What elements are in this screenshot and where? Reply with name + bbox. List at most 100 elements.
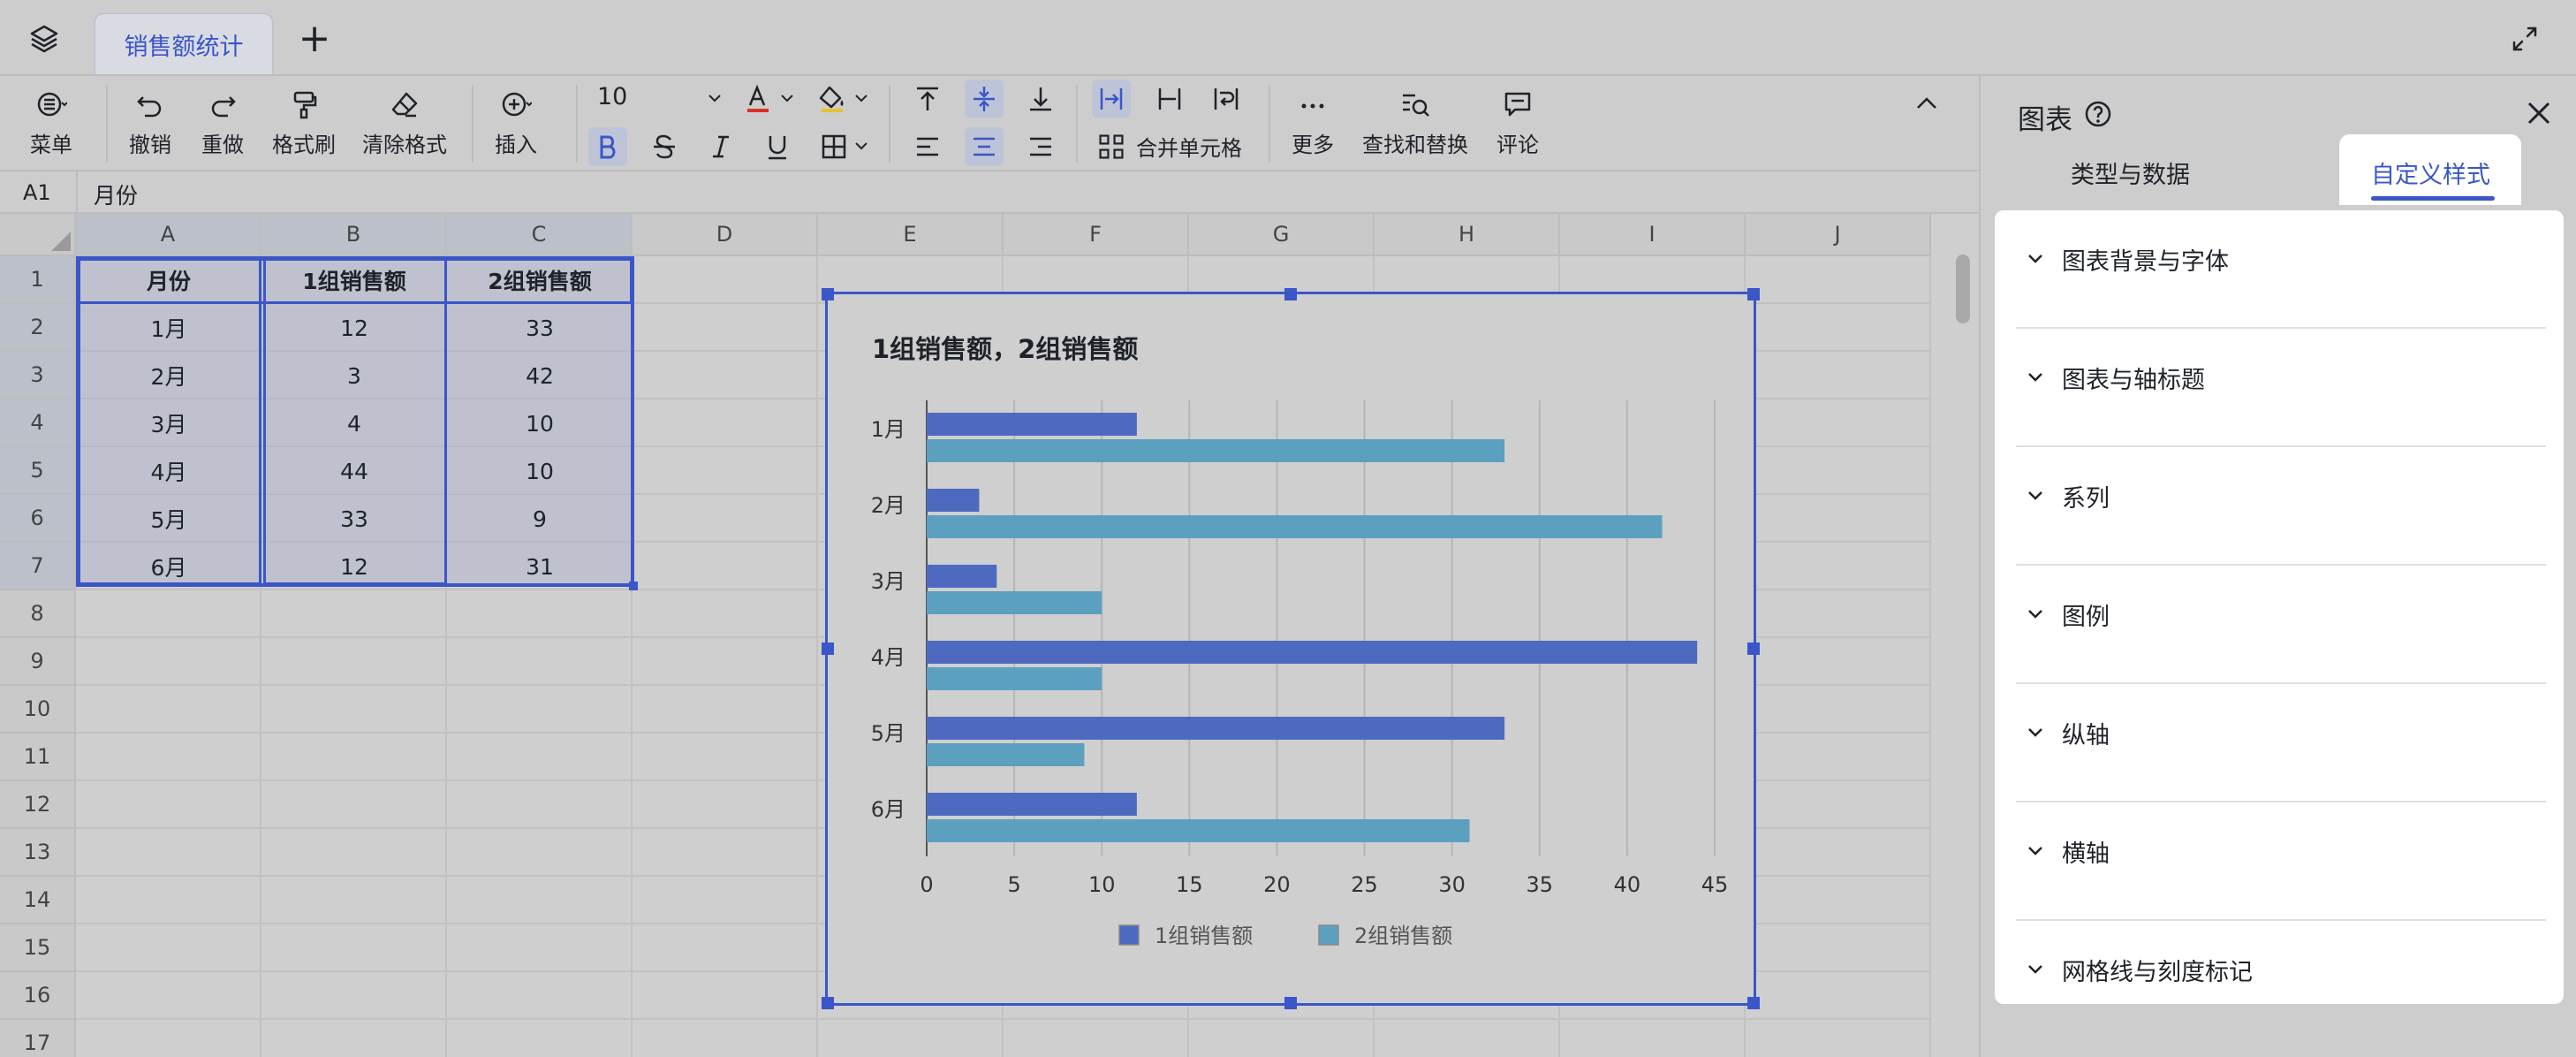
resize-handle[interactable] bbox=[1284, 288, 1297, 300]
section-1[interactable]: 图表与轴标题 bbox=[2016, 329, 2546, 447]
column-header-d[interactable]: D bbox=[633, 214, 818, 256]
row-header-11[interactable]: 11 bbox=[0, 734, 76, 781]
column-header-j[interactable]: J bbox=[1746, 214, 1931, 256]
section-4[interactable]: 纵轴 bbox=[2016, 684, 2546, 802]
redo-button[interactable]: 重做 bbox=[201, 88, 244, 158]
section-0[interactable]: 图表背景与字体 bbox=[2016, 210, 2546, 329]
font-size-select[interactable]: 10 bbox=[597, 83, 627, 110]
insert-button[interactable]: 插入 bbox=[495, 88, 537, 158]
row-header-17[interactable]: 17 bbox=[0, 1020, 76, 1057]
table-cell[interactable]: 10 bbox=[447, 447, 633, 495]
formula-input[interactable]: 月份 bbox=[94, 179, 138, 210]
comment-button[interactable]: 评论 bbox=[1496, 88, 1539, 158]
section-6[interactable]: 网格线与刻度标记 bbox=[2016, 921, 2546, 1039]
row-header-13[interactable]: 13 bbox=[0, 829, 76, 877]
resize-handle[interactable] bbox=[1747, 288, 1760, 300]
table-cell[interactable]: 4 bbox=[261, 399, 447, 447]
column-header-h[interactable]: H bbox=[1375, 214, 1560, 256]
font-color-icon[interactable] bbox=[739, 80, 777, 118]
chevron-down-icon[interactable] bbox=[779, 90, 795, 106]
row-header-14[interactable]: 14 bbox=[0, 877, 76, 924]
row-header-16[interactable]: 16 bbox=[0, 972, 76, 1020]
resize-handle[interactable] bbox=[1284, 997, 1297, 1009]
vertical-scrollbar[interactable] bbox=[1956, 255, 1970, 323]
column-header-b[interactable]: B bbox=[261, 214, 447, 256]
table-cell[interactable]: 5月 bbox=[76, 495, 261, 543]
table-cell[interactable]: 9 bbox=[447, 495, 633, 543]
section-2[interactable]: 系列 bbox=[2016, 447, 2546, 566]
column-header-g[interactable]: G bbox=[1189, 214, 1375, 256]
section-3[interactable]: 图例 bbox=[2016, 566, 2546, 684]
tab-type-and-data[interactable]: 类型与数据 bbox=[2071, 156, 2190, 190]
column-header-a[interactable]: A bbox=[76, 214, 261, 256]
table-cell[interactable]: 1月 bbox=[76, 304, 261, 352]
table-cell[interactable]: 12 bbox=[261, 304, 447, 352]
header-cell[interactable]: 2组销售额 bbox=[447, 256, 633, 304]
border-icon[interactable] bbox=[814, 127, 853, 166]
row-header-9[interactable]: 9 bbox=[0, 638, 76, 686]
table-cell[interactable]: 42 bbox=[447, 352, 633, 399]
bar-chart[interactable]: 1组销售额，2组销售额 0 5 10 15 20 25 30 35 40 45 1月 2月 3月 4月 5月 6… bbox=[822, 288, 1760, 1009]
tab-custom-style[interactable]: 自定义样式 bbox=[2371, 156, 2490, 190]
fullscreen-icon[interactable] bbox=[2507, 21, 2542, 57]
column-header-e[interactable]: E bbox=[818, 214, 1004, 256]
layers-icon[interactable] bbox=[27, 21, 62, 57]
table-cell[interactable]: 4月 bbox=[76, 447, 261, 495]
row-header-5[interactable]: 5 bbox=[0, 447, 76, 495]
table-cell[interactable]: 44 bbox=[261, 447, 447, 495]
row-header-4[interactable]: 4 bbox=[0, 399, 76, 447]
row-header-8[interactable]: 8 bbox=[0, 590, 76, 638]
underline-button[interactable] bbox=[758, 127, 797, 166]
section-5[interactable]: 横轴 bbox=[2016, 802, 2546, 921]
clear-format-button[interactable]: 清除格式 bbox=[362, 88, 447, 158]
align-bottom-icon[interactable] bbox=[1021, 80, 1060, 118]
tab-sales-stats[interactable]: 销售额统计 bbox=[94, 12, 274, 74]
row-header-10[interactable]: 10 bbox=[0, 686, 76, 734]
chevron-down-icon[interactable] bbox=[853, 90, 869, 106]
row-header-7[interactable]: 7 bbox=[0, 543, 76, 590]
align-right-icon[interactable] bbox=[1021, 127, 1060, 166]
chevron-down-icon[interactable] bbox=[853, 138, 869, 154]
align-top-icon[interactable] bbox=[908, 80, 947, 118]
table-cell[interactable]: 3月 bbox=[76, 399, 261, 447]
row-header-2[interactable]: 2 bbox=[0, 304, 76, 352]
row-header-15[interactable]: 15 bbox=[0, 924, 76, 972]
chevron-down-icon[interactable] bbox=[707, 90, 723, 106]
resize-handle[interactable] bbox=[822, 643, 834, 655]
close-icon[interactable] bbox=[2523, 97, 2555, 129]
strikethrough-button[interactable] bbox=[645, 127, 684, 166]
fill-color-icon[interactable] bbox=[813, 80, 852, 118]
header-cell[interactable]: 月份 bbox=[76, 256, 261, 304]
row-header-6[interactable]: 6 bbox=[0, 495, 76, 543]
cell-reference[interactable]: A1 bbox=[23, 180, 51, 205]
column-header-i[interactable]: I bbox=[1560, 214, 1746, 256]
align-center-icon[interactable] bbox=[965, 127, 1004, 166]
menu-button[interactable]: 菜单 bbox=[30, 88, 72, 158]
italic-button[interactable] bbox=[701, 127, 740, 166]
bold-button[interactable] bbox=[588, 127, 627, 166]
more-button[interactable]: 更多 bbox=[1292, 88, 1334, 158]
table-cell[interactable]: 31 bbox=[447, 543, 633, 590]
text-clip-icon[interactable] bbox=[1150, 80, 1189, 118]
merge-cells-button[interactable]: 合并单元格 bbox=[1097, 131, 1242, 162]
resize-handle[interactable] bbox=[1747, 643, 1760, 655]
text-overflow-icon[interactable] bbox=[1092, 80, 1131, 118]
table-cell[interactable]: 12 bbox=[261, 543, 447, 590]
table-cell[interactable]: 33 bbox=[447, 304, 633, 352]
resize-handle[interactable] bbox=[1747, 997, 1760, 1009]
find-replace-button[interactable]: 查找和替换 bbox=[1362, 88, 1468, 158]
resize-handle[interactable] bbox=[822, 997, 834, 1009]
resize-handle[interactable] bbox=[822, 288, 834, 300]
column-header-f[interactable]: F bbox=[1004, 214, 1189, 256]
collapse-toolbar-icon[interactable] bbox=[1912, 88, 1942, 118]
undo-button[interactable]: 撤销 bbox=[129, 88, 171, 158]
table-cell[interactable]: 6月 bbox=[76, 543, 261, 590]
add-tab-button[interactable]: + bbox=[295, 19, 334, 58]
header-cell[interactable]: 1组销售额 bbox=[261, 256, 447, 304]
format-painter-button[interactable]: 格式刷 bbox=[272, 88, 336, 158]
table-cell[interactable]: 2月 bbox=[76, 352, 261, 399]
table-cell[interactable]: 3 bbox=[261, 352, 447, 399]
row-header-1[interactable]: 1 bbox=[0, 256, 76, 304]
row-header-12[interactable]: 12 bbox=[0, 781, 76, 829]
align-middle-icon[interactable] bbox=[965, 80, 1004, 118]
